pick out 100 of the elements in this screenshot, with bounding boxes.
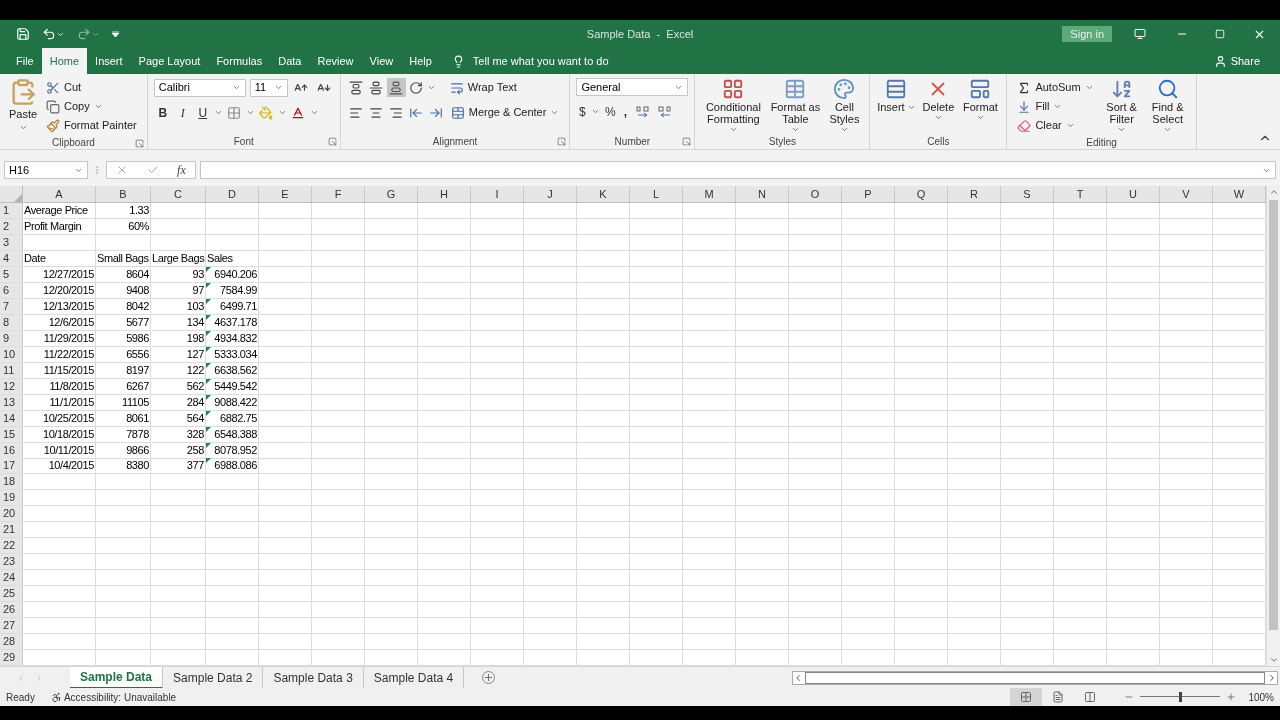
ribbon-button[interactable]: Conditional Formatting [701, 78, 766, 134]
customize-toolbar-icon[interactable] [112, 31, 119, 37]
row-number[interactable]: 25 [0, 586, 22, 602]
zoom-level[interactable]: 100% [1248, 689, 1274, 705]
column-header[interactable]: R [948, 186, 1000, 202]
dialog-launcher-icon[interactable] [327, 137, 337, 146]
name-box[interactable]: H16 [4, 161, 88, 179]
horizontal-scrollbar[interactable] [792, 670, 1278, 685]
redo-icon[interactable] [77, 27, 91, 41]
share-button[interactable]: Share [1213, 48, 1260, 74]
column-header[interactable]: E [259, 186, 311, 202]
column-header[interactable]: Q [895, 186, 947, 202]
copy-button[interactable]: Copy [42, 97, 141, 116]
cut-button[interactable]: Cut [42, 78, 141, 97]
dialog-launcher-icon[interactable] [682, 137, 692, 146]
column-header[interactable]: C [151, 186, 205, 202]
accessibility-status[interactable]: Accessibility: Unavailable [63, 689, 177, 705]
ribbon-tab[interactable]: Formulas [208, 48, 271, 74]
ribbon-button[interactable]: Sort & Filter [1099, 78, 1144, 134]
column-header[interactable]: O [789, 186, 841, 202]
undo-icon[interactable] [42, 27, 56, 41]
bold-button[interactable]: B [153, 103, 172, 122]
font-name-field[interactable]: Calibri [153, 78, 246, 97]
column-header[interactable]: J [524, 186, 576, 202]
normal-view-button[interactable] [1010, 688, 1043, 706]
ribbon-button[interactable]: Format as Table [767, 78, 824, 134]
column-header[interactable]: M [683, 186, 735, 202]
column-header[interactable]: V [1160, 186, 1212, 202]
insert-function-button[interactable]: fx [177, 161, 186, 179]
ribbon-button[interactable]: Format [960, 78, 1001, 122]
ribbon-tab[interactable]: Insert [87, 48, 131, 74]
row-number[interactable]: 20 [0, 506, 22, 522]
column-header[interactable]: W [1213, 186, 1265, 202]
ribbon-tab[interactable]: Page Layout [130, 48, 209, 74]
caret-icon [728, 125, 738, 134]
row-number[interactable]: 19 [0, 490, 22, 506]
restore-icon[interactable] [1215, 29, 1225, 39]
sheet-tab[interactable]: Sample Data [70, 666, 164, 689]
ribbon-button[interactable]: Cell Styles [825, 78, 864, 134]
ribbon-tab[interactable]: Home [41, 48, 88, 74]
dialog-launcher-icon[interactable] [557, 137, 567, 146]
caret-icon [426, 83, 436, 92]
column-header[interactable]: K [577, 186, 629, 202]
row-number[interactable]: 23 [0, 554, 22, 570]
column-header[interactable]: H [418, 186, 470, 202]
number-format-field[interactable]: General [576, 78, 689, 96]
column-header[interactable]: T [1054, 186, 1106, 202]
zoom-slider[interactable] [1140, 692, 1221, 702]
vertical-scrollbar[interactable] [1266, 186, 1280, 666]
ribbon-tab[interactable]: File [8, 48, 42, 74]
ribbon-button[interactable]: Insert [876, 78, 917, 113]
column-header[interactable]: G [365, 186, 417, 202]
percent-button[interactable]: % [603, 102, 618, 121]
ribbon-tab[interactable]: View [361, 48, 402, 74]
column-header[interactable]: S [1001, 186, 1053, 202]
merge-center-button[interactable]: Merge & Center [446, 103, 564, 122]
bottom-align-button[interactable] [386, 78, 406, 97]
currency-button[interactable]: $ [576, 102, 589, 121]
underline-button[interactable]: U [193, 103, 212, 122]
column-header[interactable]: N [736, 186, 788, 202]
column-header[interactable]: B [96, 186, 150, 202]
column-header[interactable]: L [630, 186, 682, 202]
fill-button[interactable]: Fill [1013, 97, 1098, 116]
ribbon-tab[interactable]: Data [270, 48, 310, 74]
autosum-button[interactable]: AutoSum [1013, 78, 1098, 97]
column-header[interactable]: P [842, 186, 894, 202]
comma-button[interactable]: , [620, 102, 631, 121]
column-header[interactable]: D [206, 186, 258, 202]
ribbon-display-icon[interactable] [1134, 28, 1146, 40]
row-number[interactable]: 18 [0, 474, 22, 490]
table-cell: 5677 [125, 314, 150, 330]
clear-button[interactable]: Clear [1013, 116, 1098, 135]
row-number[interactable]: 22 [0, 538, 22, 554]
italic-button[interactable]: I [173, 103, 192, 122]
row-number[interactable]: 28 [0, 634, 22, 650]
zoom-in-icon[interactable] [1226, 692, 1237, 702]
dialog-launcher-icon[interactable] [134, 139, 144, 148]
column-header[interactable]: F [312, 186, 364, 202]
tell-me-field[interactable]: Tell me what you want to do [451, 48, 609, 74]
column-header[interactable]: I [471, 186, 523, 202]
format-painter-button[interactable]: Format Painter [42, 116, 141, 135]
save-icon[interactable] [16, 27, 30, 41]
row-number[interactable]: 26 [0, 602, 22, 618]
ribbon-tab[interactable]: Review [309, 48, 362, 74]
row-number[interactable]: 21 [0, 522, 22, 538]
column-header[interactable]: U [1107, 186, 1159, 202]
row-number[interactable]: 24 [0, 570, 22, 586]
row-number[interactable]: 27 [0, 618, 22, 634]
paste-button[interactable]: Paste [6, 78, 40, 132]
caret-icon [213, 108, 223, 117]
row-number[interactable]: 17 [0, 458, 22, 474]
ribbon-button[interactable]: Find & Select [1145, 78, 1190, 134]
row-number[interactable]: 29 [0, 650, 22, 666]
enter-icon[interactable] [146, 164, 159, 176]
wrap-text-button[interactable]: Wrap Text [445, 78, 521, 97]
font-size-field[interactable]: 11 [249, 78, 288, 97]
column-header[interactable]: A [23, 186, 95, 202]
ribbon-tab[interactable]: Help [401, 48, 440, 74]
ribbon-button[interactable]: Delete [918, 78, 959, 122]
formula-input[interactable] [200, 161, 1276, 179]
